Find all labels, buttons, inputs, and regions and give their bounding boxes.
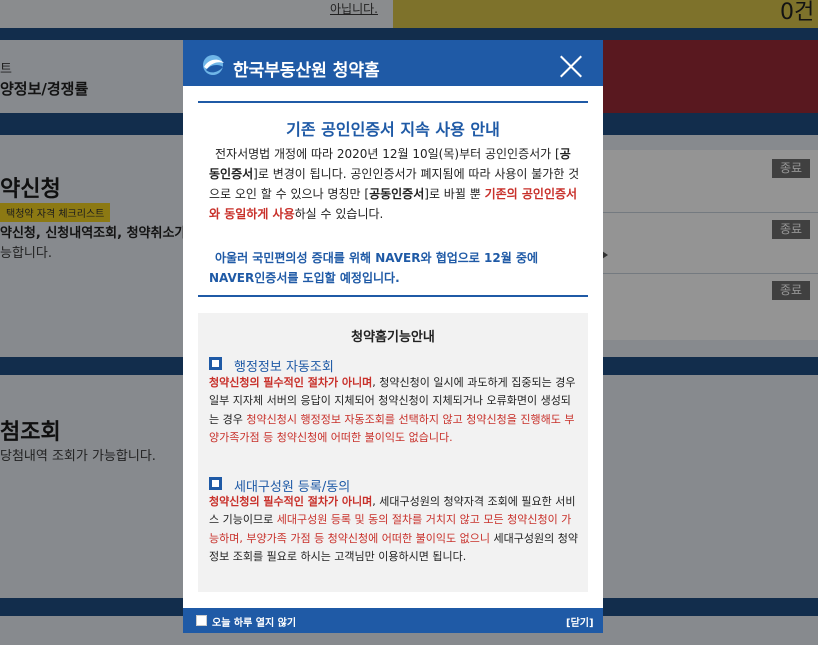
modal-header: 한국부동산원 청약홈 <box>183 40 603 86</box>
notice-divider-bottom <box>198 295 588 297</box>
notice-text: ]로 바뀔 뿐 <box>424 187 485 201</box>
section-body-admin-lookup: 청약신청의 필수적인 절차가 아니며, 청약신청이 일시에 과도하게 집중되는 … <box>209 374 581 447</box>
notice-keyword: 공동인증서 <box>369 187 425 201</box>
guide-title: 청약홈기능안내 <box>351 330 435 345</box>
notice-text: 하실 수 있습니다. <box>294 207 384 221</box>
notice-modal: 한국부동산원 청약홈 기존 공인인증서 지속 사용 안내 전자서명법 개정에 따… <box>183 40 603 633</box>
feature-guide-box: 청약홈기능안내 행정정보 자동조회 청약신청의 필수적인 절차가 아니며, 청약… <box>198 313 588 592</box>
section-title-admin-lookup: 행정정보 자동조회 <box>234 360 334 375</box>
close-button[interactable]: [닫기] <box>566 614 594 629</box>
section-highlight: 청약신청의 필수적인 절차가 아니며 <box>209 376 373 389</box>
logo-icon <box>203 55 224 75</box>
notice-title: 기존 공인인증서 지속 사용 안내 <box>286 120 500 139</box>
section-highlight: 청약신청시 행정정보 자동조회를 선택하지 않고 청약신청을 진행해도 부양가족… <box>209 412 575 444</box>
section-bullet-icon <box>209 357 222 370</box>
notice-naver-text: 아울러 국민편의성 증대를 위해 NAVER와 협업으로 12월 중에 NAVE… <box>209 251 539 285</box>
dont-show-today-checkbox[interactable] <box>196 615 207 626</box>
brand-title: 한국부동산원 청약홈 <box>233 61 380 81</box>
close-icon[interactable] <box>559 54 583 78</box>
notice-naver-paragraph: 아울러 국민편의성 증대를 위해 NAVER와 협업으로 12월 중에 NAVE… <box>209 248 581 288</box>
section-highlight: 청약신청의 필수적인 절차가 아니며 <box>209 495 373 508</box>
notice-paragraph: 전자서명법 개정에 따라 2020년 12월 10일(목)부터 공인인증서가 [… <box>209 144 581 224</box>
modal-footer: 오늘 하루 열지 않기 [닫기] <box>183 608 603 633</box>
notice-text: 전자서명법 개정에 따라 2020년 12월 10일(목)부터 공인인증서가 [ <box>215 147 560 161</box>
section-body-household: 청약신청의 필수적인 절차가 아니며, 세대구성원의 청약자격 조회에 필요한 … <box>209 493 581 566</box>
section-bullet-icon <box>209 477 222 490</box>
dont-show-today-label[interactable]: 오늘 하루 열지 않기 <box>212 614 296 629</box>
notice-divider-top <box>198 101 588 103</box>
